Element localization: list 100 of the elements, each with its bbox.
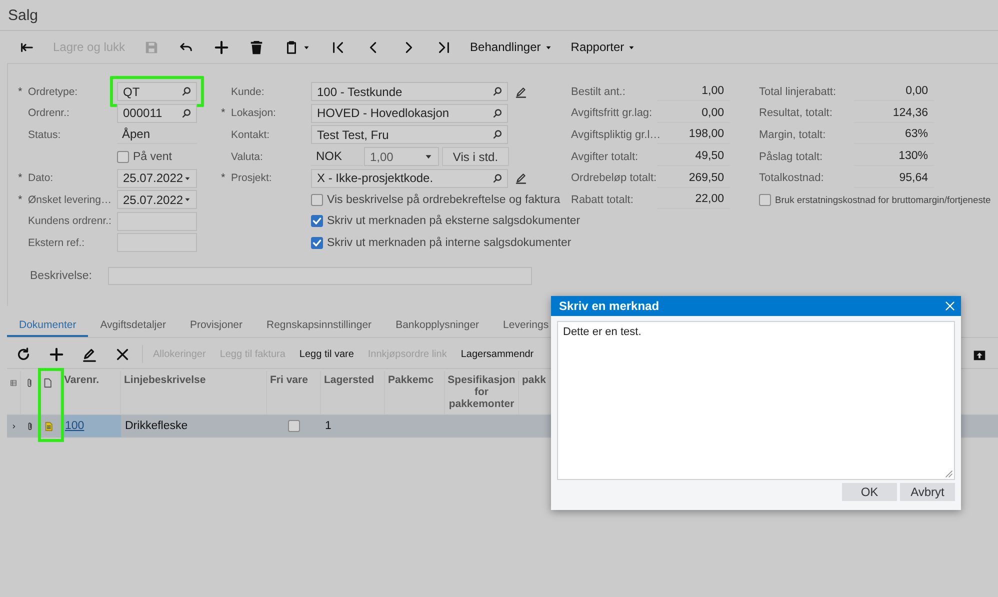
required-marker: *	[18, 194, 24, 206]
column-header[interactable]: pakk	[522, 374, 546, 386]
required-marker: *	[18, 86, 24, 98]
total-value: 63%	[854, 125, 934, 144]
resize-grip-icon[interactable]	[945, 470, 953, 478]
field-label: Valuta:	[231, 150, 264, 163]
page-icon	[42, 377, 53, 389]
total-value: 124,36	[854, 104, 934, 123]
tab[interactable]: Bankopplysninger	[384, 315, 492, 337]
checkbox-label: Skriv ut merknaden på interne salgsdokumenter	[327, 236, 572, 249]
total-label: Avgifter totalt:	[571, 150, 640, 163]
lookup-field[interactable]: 100 - Testkunde	[311, 82, 508, 102]
column-header[interactable]: Fri vare	[270, 374, 308, 386]
checkbox[interactable]	[288, 420, 300, 432]
total-label: Bestilt ant.:	[571, 86, 626, 98]
lookup-field[interactable]: QT	[117, 82, 197, 102]
checkbox[interactable]	[311, 236, 323, 249]
view-in-base-button[interactable]: Vis i std.	[442, 147, 509, 166]
total-value: 0,00	[854, 82, 934, 102]
close-icon	[115, 346, 130, 362]
total-label: Margin, totalt:	[759, 128, 827, 141]
currency-value: NOK	[311, 147, 363, 166]
pencil-icon	[82, 346, 97, 362]
column-header[interactable]: Pakkemc	[388, 374, 434, 386]
field-label: Lokasjon:	[231, 107, 277, 120]
page-title: Salg	[8, 6, 38, 24]
total-value: 22,00	[657, 190, 730, 210]
required-marker: *	[18, 172, 24, 184]
required-marker: *	[221, 172, 226, 184]
total-label: Rabatt totalt:	[571, 194, 634, 206]
field-label: Ekstern ref.:	[28, 236, 86, 249]
save-icon	[144, 40, 160, 54]
menu-button[interactable]: Rapporter	[562, 34, 646, 60]
checkbox[interactable]	[759, 194, 771, 206]
note-icon[interactable]	[43, 420, 54, 432]
search-icon[interactable]	[492, 108, 503, 119]
lookup-field[interactable]: 000011	[117, 104, 197, 123]
close-icon[interactable]	[944, 300, 956, 312]
total-label: Resultat, totalt:	[759, 107, 834, 120]
tab[interactable]: Avgiftsdetaljer	[88, 315, 178, 337]
checkbox[interactable]	[117, 150, 129, 163]
checkbox[interactable]	[311, 215, 323, 228]
search-icon[interactable]	[492, 86, 503, 98]
lookup-field[interactable]: X - Ikke-prosjektkode.	[311, 168, 508, 188]
field-label: Ønsket levering…	[28, 194, 112, 206]
lookup-field[interactable]: HOVED - Hovedlokasjon	[311, 104, 508, 123]
field-label: Beskrivelse:	[30, 270, 93, 282]
status-value: Åpen	[117, 125, 197, 144]
date-field[interactable]: 25.07.2022	[117, 190, 197, 210]
checkbox[interactable]	[311, 194, 323, 206]
field-label: Status:	[28, 128, 62, 141]
pencil-icon[interactable]	[515, 86, 527, 98]
checkbox-label: Skriv ut merknaden på eksterne salgsdokumenter	[327, 215, 580, 228]
dialog-title: Skriv en merknad	[559, 299, 660, 313]
menu-button[interactable]: Behandlinger	[461, 34, 562, 60]
checkbox-label: Vis beskrivelse på ordrebekreftelse og faktura	[327, 194, 560, 206]
column-header[interactable]: Linjebeskrivelse	[124, 374, 206, 386]
item-link[interactable]: 100	[65, 420, 84, 432]
trash-icon	[249, 40, 264, 54]
search-icon[interactable]	[181, 86, 192, 98]
field-label: Kundens ordrenr.:	[28, 215, 112, 228]
total-label: Avgiftspliktig gr.l…	[571, 128, 657, 141]
date-field[interactable]: 25.07.2022	[117, 168, 197, 188]
total-value: 0,00	[657, 104, 730, 123]
last-page-icon	[436, 40, 452, 54]
total-value: 95,64	[854, 168, 934, 188]
ok-button[interactable]: OK	[842, 483, 897, 501]
field-label: Prosjekt:	[231, 172, 273, 184]
total-value: 49,50	[657, 147, 730, 166]
note-text-area[interactable]: Dette er en test.	[557, 321, 955, 480]
total-label: Avgiftsfritt gr.lag:	[571, 107, 654, 120]
pencil-icon[interactable]	[515, 172, 527, 184]
total-value: 1,00	[657, 82, 730, 102]
toolbar-button[interactable]: Legg til vare	[292, 342, 361, 366]
toolbar-button[interactable]: Lagersammendr	[454, 342, 541, 366]
field-label: Ordretype:	[28, 86, 79, 98]
grid-settings-icon	[10, 377, 17, 389]
search-icon[interactable]	[492, 172, 503, 184]
field-label: Kontakt:	[231, 128, 271, 141]
search-icon[interactable]	[492, 129, 503, 140]
tab[interactable]: Provisjoner	[178, 315, 254, 337]
tab[interactable]: Regnskapsinnstillinger	[254, 315, 384, 337]
column-header[interactable]: Varenr.	[64, 374, 100, 386]
field-label: Kunde:	[231, 86, 266, 98]
checkbox-label: På vent	[133, 150, 172, 163]
total-label: Ordrebeløp totalt:	[571, 172, 657, 184]
field-label: Ordrenr.:	[28, 107, 70, 120]
required-marker: *	[221, 107, 226, 120]
search-icon[interactable]	[181, 108, 192, 119]
refresh-icon	[16, 346, 31, 362]
plus-icon	[214, 40, 230, 54]
lookup-field[interactable]: Test Test, Fru	[311, 125, 508, 144]
tab[interactable]: Dokumenter	[7, 315, 88, 337]
rate-dropdown[interactable]: 1,00	[364, 147, 439, 166]
total-value: 269,50	[657, 168, 730, 188]
column-header[interactable]: Spesifikasjon for pakkemonter	[448, 374, 516, 410]
field-label: Dato:	[28, 172, 54, 184]
cancel-button[interactable]: Avbryt	[900, 483, 955, 501]
column-header[interactable]: Lagersted	[324, 374, 374, 386]
total-label: Påslag totalt:	[759, 150, 824, 163]
